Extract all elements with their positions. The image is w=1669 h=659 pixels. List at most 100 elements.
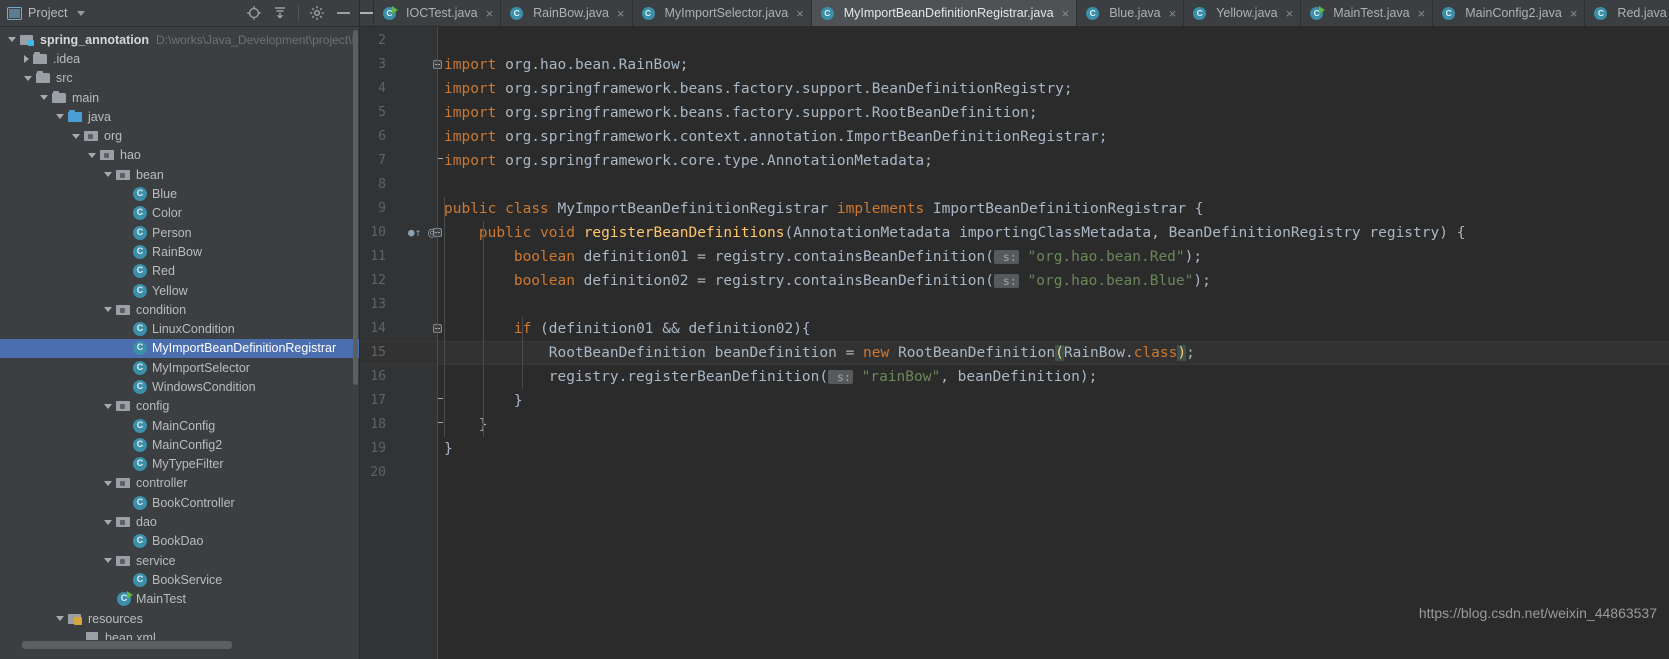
code-line[interactable]: boolean definition01 = registry.contains… — [444, 245, 1202, 269]
line-number: 9 — [378, 201, 386, 216]
code-line[interactable]: boolean definition02 = registry.contains… — [444, 269, 1211, 293]
tree-node-mainconfig2[interactable]: MainConfig2 — [0, 435, 359, 454]
code-line[interactable]: import org.springframework.core.type.Ann… — [444, 149, 933, 173]
code-line[interactable]: RootBeanDefinition beanDefinition = new … — [444, 341, 1195, 365]
tree-node-person[interactable]: Person — [0, 223, 359, 242]
code-line[interactable]: import org.hao.bean.RainBow; — [444, 53, 688, 77]
tree-node-red[interactable]: Red — [0, 262, 359, 281]
editor-tab-bar[interactable]: IOCTest.java×RainBow.java×MyImportSelect… — [360, 0, 1669, 27]
tree-node-yellow[interactable]: Yellow — [0, 281, 359, 300]
tree-node-myimportselector[interactable]: MyImportSelector — [0, 358, 359, 377]
tree-node-condition[interactable]: condition — [0, 300, 359, 319]
code-line[interactable]: } — [444, 413, 488, 437]
tree-node-bookservice[interactable]: BookService — [0, 570, 359, 589]
editor-tab-rainbow[interactable]: RainBow.java × — [501, 0, 633, 26]
close-icon[interactable]: × — [1062, 7, 1070, 20]
chevron-down-icon[interactable] — [104, 480, 112, 486]
chevron-down-icon[interactable] — [76, 10, 85, 16]
hide-editor-tabs-button[interactable] — [360, 0, 374, 26]
chevron-down-icon[interactable] — [40, 95, 48, 101]
tree-node-java[interactable]: java — [0, 107, 359, 126]
parameter-hint: s: — [993, 250, 1019, 264]
code-line[interactable]: import org.springframework.beans.factory… — [444, 77, 1073, 101]
tree-node-bean[interactable]: bean — [0, 165, 359, 184]
tree-node-bookcontroller[interactable]: BookController — [0, 493, 359, 512]
tree-node-dao[interactable]: dao — [0, 512, 359, 531]
tree-node-src[interactable]: src — [0, 69, 359, 88]
tree-node-bookdao[interactable]: BookDao — [0, 532, 359, 551]
chevron-down-icon[interactable] — [104, 403, 112, 409]
editor-code-area[interactable]: import org.hao.bean.RainBow; import org.s… — [438, 27, 1669, 659]
tree-node-org[interactable]: org — [0, 126, 359, 145]
tree-node-controller[interactable]: controller — [0, 474, 359, 493]
tree-node-blue[interactable]: Blue — [0, 184, 359, 203]
editor-tab-ioctest[interactable]: IOCTest.java × — [374, 0, 502, 26]
tree-node-mainconfig[interactable]: MainConfig — [0, 416, 359, 435]
line-number: 12 — [370, 273, 386, 288]
tree-node-mytypefilter[interactable]: MyTypeFilter — [0, 455, 359, 474]
editor-tab-myimportselector[interactable]: MyImportSelector.java × — [633, 0, 812, 26]
chevron-down-icon[interactable] — [56, 616, 64, 622]
code-line[interactable]: } — [444, 437, 453, 461]
chevron-down-icon[interactable] — [24, 75, 32, 81]
code-line[interactable]: if (definition01 && definition02){ — [444, 317, 811, 341]
code-token: class — [505, 201, 549, 217]
minimize-icon[interactable] — [335, 5, 351, 21]
chevron-down-icon[interactable] — [56, 114, 64, 120]
collapse-all-icon[interactable] — [272, 5, 288, 21]
tree-node-maintest[interactable]: MainTest — [0, 590, 359, 609]
tree-node-resources[interactable]: resources — [0, 609, 359, 628]
parameter-hint: s: — [993, 274, 1019, 288]
code-editor[interactable]: 2 3 4 5 6 7 8 9 10 11 12 13 14 15 16 17 18 19 20 ●↑ @ impor… — [360, 27, 1669, 659]
chevron-down-icon[interactable] — [104, 307, 112, 313]
tree-node-service[interactable]: service — [0, 551, 359, 570]
tree-node--idea[interactable]: .idea — [0, 49, 359, 68]
chevron-down-icon[interactable] — [88, 152, 96, 158]
editor-tab-mainconfig2[interactable]: MainConfig2.java × — [1433, 0, 1586, 26]
tree-node-hao[interactable]: hao — [0, 146, 359, 165]
editor-tab-myimportbeandefinitionregistrar[interactable]: MyImportBeanDefinitionRegistrar.java × — [811, 0, 1078, 26]
tree-node-myimportbeandefinitionregistrar[interactable]: MyImportBeanDefinitionRegistrar — [0, 338, 359, 359]
close-icon[interactable]: × — [1169, 7, 1177, 20]
chevron-down-icon[interactable] — [104, 519, 112, 525]
editor-tab-red[interactable]: Red.java× — [1585, 0, 1669, 26]
gear-icon[interactable] — [309, 5, 325, 21]
close-icon[interactable]: × — [1570, 7, 1578, 20]
editor-tab-blue[interactable]: Blue.java × — [1077, 0, 1185, 26]
sidebar-vertical-scrollbar[interactable] — [353, 30, 358, 385]
code-line[interactable]: import org.springframework.beans.factory… — [444, 101, 1038, 125]
chevron-down-icon[interactable] — [72, 133, 80, 139]
close-icon[interactable]: × — [796, 7, 804, 20]
editor-gutter[interactable]: 2 3 4 5 6 7 8 9 10 11 12 13 14 15 16 17 18 19 20 ●↑ @ — [360, 27, 443, 659]
locate-icon[interactable] — [246, 5, 262, 21]
editor-tab-yellow[interactable]: Yellow.java × — [1184, 0, 1302, 26]
chevron-down-icon[interactable] — [104, 172, 112, 178]
tree-node-color[interactable]: Color — [0, 204, 359, 223]
code-line[interactable]: import org.springframework.context.annot… — [444, 125, 1107, 149]
close-icon[interactable]: × — [1286, 7, 1294, 20]
tree-node-config[interactable]: config — [0, 397, 359, 416]
project-file-tree[interactable]: spring_annotation D:\works\Java_Developme… — [0, 27, 359, 659]
tree-node-spring-annotation[interactable]: spring_annotation D:\works\Java_Developme… — [0, 30, 359, 49]
code-line[interactable]: registry.registerBeanDefinition( s: "rai… — [444, 365, 1098, 389]
close-icon[interactable]: × — [617, 7, 625, 20]
code-line[interactable]: public class MyImportBeanDefinitionRegis… — [444, 197, 1204, 221]
project-tool-window-title-group[interactable]: Project — [7, 6, 85, 20]
sidebar-horizontal-scrollbar-thumb[interactable] — [22, 641, 232, 649]
override-method-gutter-icon[interactable]: ●↑ @ — [408, 221, 435, 245]
code-line[interactable]: public void registerBeanDefinitions(Anno… — [444, 221, 1466, 245]
chevron-right-icon[interactable] — [24, 54, 29, 63]
editor-tab-maintest[interactable]: MainTest.java × — [1301, 0, 1434, 26]
close-icon[interactable]: × — [486, 7, 494, 20]
tree-node-rainbow[interactable]: RainBow — [0, 242, 359, 261]
chevron-down-icon[interactable] — [8, 37, 16, 43]
chevron-down-icon[interactable] — [104, 558, 112, 564]
code-token: MyImportBeanDefinitionRegistrar — [548, 201, 837, 217]
tree-node-main[interactable]: main — [0, 88, 359, 107]
tree-node-linuxcondition[interactable]: LinuxCondition — [0, 319, 359, 338]
close-icon[interactable]: × — [1418, 7, 1426, 20]
class-icon — [1442, 6, 1456, 20]
tree-node-windowscondition[interactable]: WindowsCondition — [0, 377, 359, 396]
